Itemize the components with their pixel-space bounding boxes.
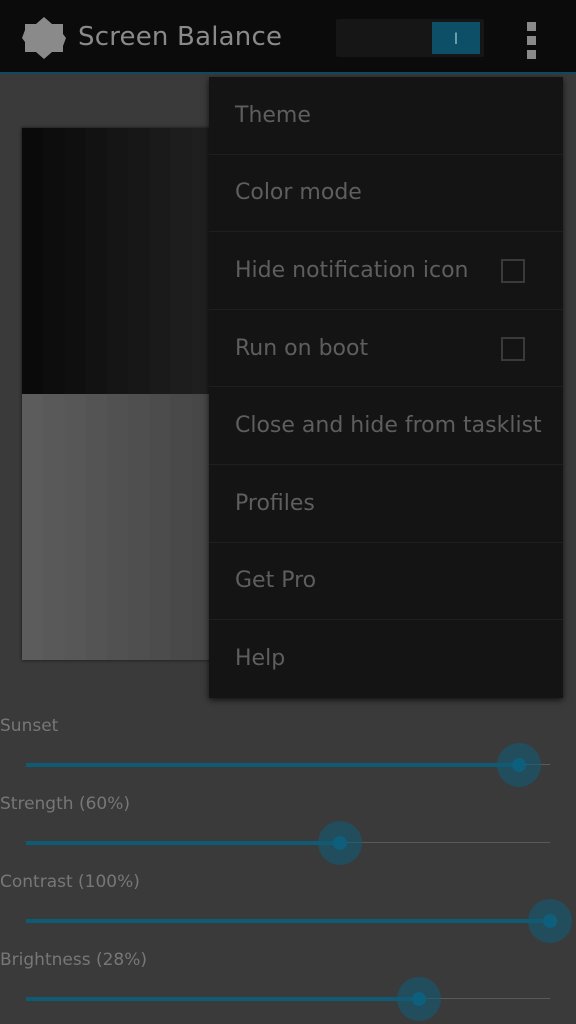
brightness-label: Brightness (28%) xyxy=(0,950,148,970)
overflow-menu-icon[interactable] xyxy=(518,16,546,60)
app-title: Screen Balance xyxy=(78,22,283,52)
menu-item-label: Hide notification icon xyxy=(235,257,469,283)
strength-label: Strength (60%) xyxy=(0,794,130,814)
menu-item-label: Close and hide from tasklist xyxy=(235,413,542,439)
contrast-slider[interactable] xyxy=(26,898,572,944)
hide-notification-checkbox[interactable] xyxy=(501,259,525,284)
menu-item-hide-notification-icon[interactable]: Hide notification icon xyxy=(209,232,563,310)
slider-thumb[interactable] xyxy=(412,992,426,1006)
brightness-slider[interactable] xyxy=(26,976,550,1022)
app-logo-icon xyxy=(22,17,66,59)
menu-item-run-on-boot[interactable]: Run on boot xyxy=(209,310,563,388)
menu-item-label: Profiles xyxy=(235,490,315,516)
contrast-label: Contrast (100%) xyxy=(0,872,140,892)
sunset-slider[interactable] xyxy=(26,742,550,788)
run-on-boot-checkbox[interactable] xyxy=(501,336,525,361)
strength-slider[interactable] xyxy=(26,820,550,866)
master-switch[interactable]: I xyxy=(336,19,484,57)
master-switch-thumb: I xyxy=(432,22,480,54)
menu-item-close-and-hide[interactable]: Close and hide from tasklist xyxy=(209,387,563,465)
slider-fill xyxy=(26,997,419,1001)
slider-thumb[interactable] xyxy=(511,758,526,772)
menu-item-label: Color mode xyxy=(235,180,362,206)
menu-item-profiles[interactable]: Profiles xyxy=(209,465,563,543)
menu-item-label: Help xyxy=(235,646,286,672)
menu-item-theme[interactable]: Theme xyxy=(209,77,563,155)
overflow-menu: Theme Color mode Hide notification icon … xyxy=(209,77,563,698)
slider-thumb[interactable] xyxy=(543,914,557,928)
slider-fill xyxy=(26,841,341,845)
sunset-label: Sunset xyxy=(0,716,59,736)
slider-fill xyxy=(26,919,550,923)
action-bar: Screen Balance I xyxy=(0,0,576,74)
menu-item-get-pro[interactable]: Get Pro xyxy=(209,543,563,621)
menu-item-label: Run on boot xyxy=(235,335,369,361)
slider-fill xyxy=(26,763,519,767)
menu-item-help[interactable]: Help xyxy=(209,620,563,698)
menu-item-color-mode[interactable]: Color mode xyxy=(209,155,563,233)
app-screen: Screen Balance I Sunset Strength (60%) C… xyxy=(0,0,576,1024)
menu-item-label: Theme xyxy=(235,102,311,128)
menu-item-label: Get Pro xyxy=(235,568,317,594)
